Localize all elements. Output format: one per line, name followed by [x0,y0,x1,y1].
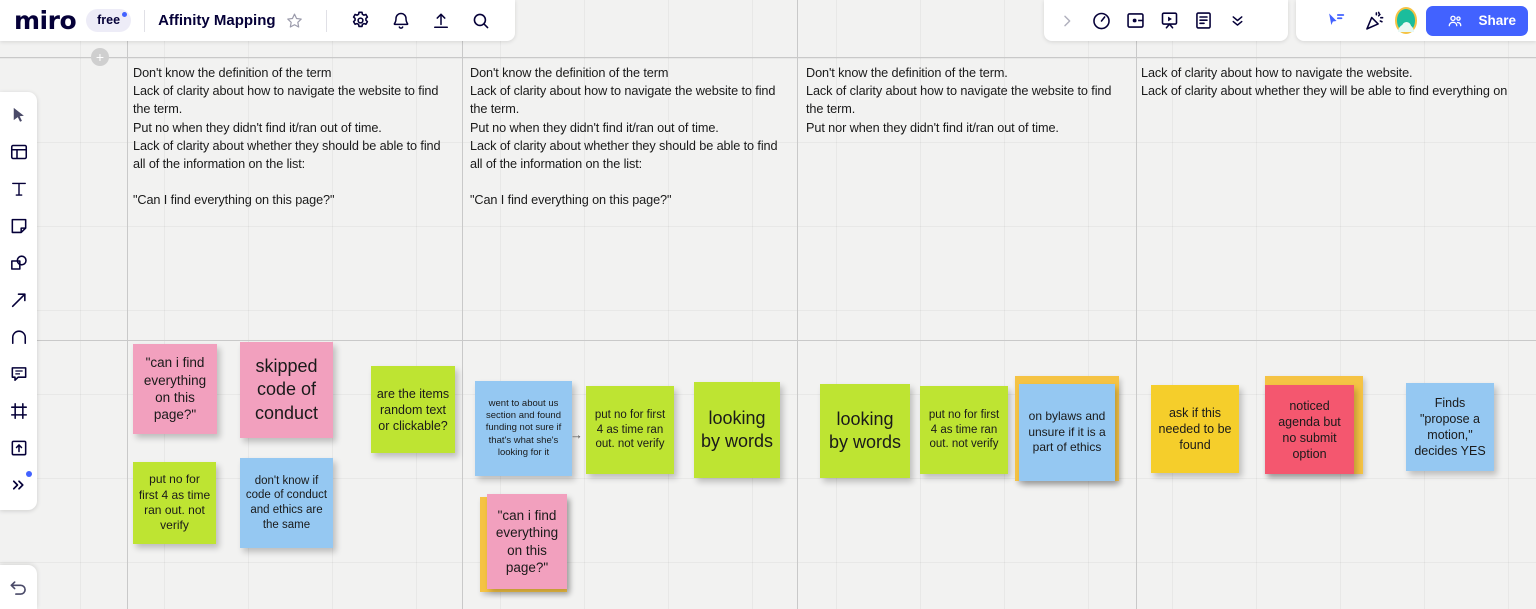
presentation-icon[interactable] [1152,4,1186,38]
screen-share-icon[interactable] [1118,4,1152,38]
sticky-note-text: "can i find everything on this page?" [495,507,559,575]
sticky-note-looking-by-words-col3[interactable]: looking by words [820,384,910,478]
expand-chevron-right-icon[interactable] [1050,4,1084,38]
row-divider [0,340,1536,341]
timer-icon[interactable] [1084,4,1118,38]
sticky-note-noticed-agenda[interactable]: noticed agenda but no submit option [1265,385,1354,474]
sticky-note-text: skipped code of conduct [254,356,319,423]
row-divider [0,57,1536,58]
tool-comment[interactable] [4,359,34,389]
tool-more-badge [25,471,32,477]
add-column-button[interactable]: + [91,48,109,66]
sticky-note-text: looking by words [700,407,774,451]
sticky-note-put-no-first-4-col1[interactable]: put no for first 4 as time ran out. not … [133,462,216,544]
miro-board-app: + Don't know the definition of the term … [0,0,1536,609]
sticky-note-text: are the items random text or clickable? [376,386,450,433]
board-title[interactable]: Affinity Mapping [158,12,275,29]
column-divider [797,0,798,609]
plan-badge-label: free [97,13,121,27]
notifications-bell-icon[interactable] [391,11,411,31]
undo-button[interactable] [0,565,37,609]
user-avatar[interactable] [1394,7,1418,34]
miro-logo[interactable]: miro [14,8,77,33]
note-connector-arrow[interactable]: → [570,427,583,442]
sticky-note-text: on bylaws and unsure if it is a part of … [1028,409,1106,455]
top-brand-bar: miro free Affinity Mapping [0,0,515,41]
column-divider [462,0,463,609]
sticky-note-text: went to about us section and found fundi… [485,398,562,458]
tool-upload[interactable] [4,433,34,463]
text-block-column-1[interactable]: Don't know the definition of the term La… [133,64,453,210]
sticky-note-are-the-items-random[interactable]: are the items random text or clickable? [371,366,455,453]
tool-select-cursor[interactable] [4,100,34,130]
column-divider [1136,0,1137,609]
share-button[interactable]: Share [1426,4,1528,38]
text-block-column-2[interactable]: Don't know the definition of the term La… [470,64,790,210]
people-icon [1438,4,1472,38]
cursor-share-icon[interactable] [1322,4,1349,38]
divider [325,9,327,32]
sticky-note-put-no-first-4-col2[interactable]: put no for first 4 as time ran out. not … [586,386,674,474]
sticky-note-text: ask if this needed to be found [1158,406,1232,452]
tool-frame[interactable] [4,396,34,426]
sticky-note-on-bylaws-ethics[interactable]: on bylaws and unsure if it is a part of … [1019,384,1115,481]
tool-shapes[interactable] [4,248,34,278]
star-icon[interactable] [286,12,303,29]
sticky-note-put-no-first-4-col3[interactable]: put no for first 4 as time ran out. not … [920,386,1008,474]
tool-templates[interactable] [4,137,34,167]
tool-more[interactable] [4,470,34,500]
text-block-column-3[interactable]: Don't know the definition of the term. L… [806,64,1126,137]
sticky-note-looking-by-words-col2[interactable]: looking by words [694,382,780,478]
notes-icon[interactable] [1186,4,1220,38]
plan-badge-free[interactable]: free [86,9,132,32]
sticky-note-ask-if-needed-found[interactable]: ask if this needed to be found [1151,385,1239,473]
sticky-note-can-i-find-everything-1[interactable]: "can i find everything on this page?" [133,344,217,434]
sticky-note-text: looking by words [828,408,902,452]
text-block-column-4[interactable]: Lack of clarity about how to navigate th… [1141,64,1536,100]
tool-text[interactable] [4,174,34,204]
left-tool-rail [0,92,37,510]
sticky-note-dont-know-code-ethics[interactable]: don't know if code of conduct and ethics… [240,458,333,548]
top-share-panel: Share [1296,0,1536,41]
sticky-note-text: Finds "propose a motion," decides YES [1414,396,1486,458]
sticky-note-text: "can i find everything on this page?" [143,355,207,423]
celebrate-icon[interactable] [1361,4,1388,38]
tool-sticky-note[interactable] [4,211,34,241]
tool-arrow[interactable] [4,285,34,315]
plan-badge-dot [122,12,128,17]
upload-icon[interactable] [431,11,451,31]
column-divider [127,0,128,609]
search-icon[interactable] [471,11,491,31]
settings-gear-icon[interactable] [350,10,371,31]
sticky-note-text: put no for first 4 as time ran out. not … [928,408,1000,451]
sticky-note-finds-propose-motion[interactable]: Finds "propose a motion," decides YES [1406,383,1494,471]
sticky-note-text: noticed agenda but no submit option [1278,398,1341,461]
sticky-note-skipped-code-of-conduct[interactable]: skipped code of conduct [240,342,333,438]
sticky-note-text: put no for first 4 as time ran out. not … [594,408,666,451]
share-button-label: Share [1478,13,1516,28]
sticky-note-text: put no for first 4 as time ran out. not … [138,472,211,533]
tool-pen[interactable] [4,322,34,352]
divider [144,9,146,32]
sticky-note-text: don't know if code of conduct and ethics… [245,474,328,531]
more-chevrons-icon[interactable] [1220,4,1254,38]
sticky-note-can-i-find-everything-2[interactable]: "can i find everything on this page?" [487,494,567,589]
top-tools-panel [1044,0,1288,41]
sticky-note-went-to-about-us[interactable]: went to about us section and found fundi… [475,381,572,476]
